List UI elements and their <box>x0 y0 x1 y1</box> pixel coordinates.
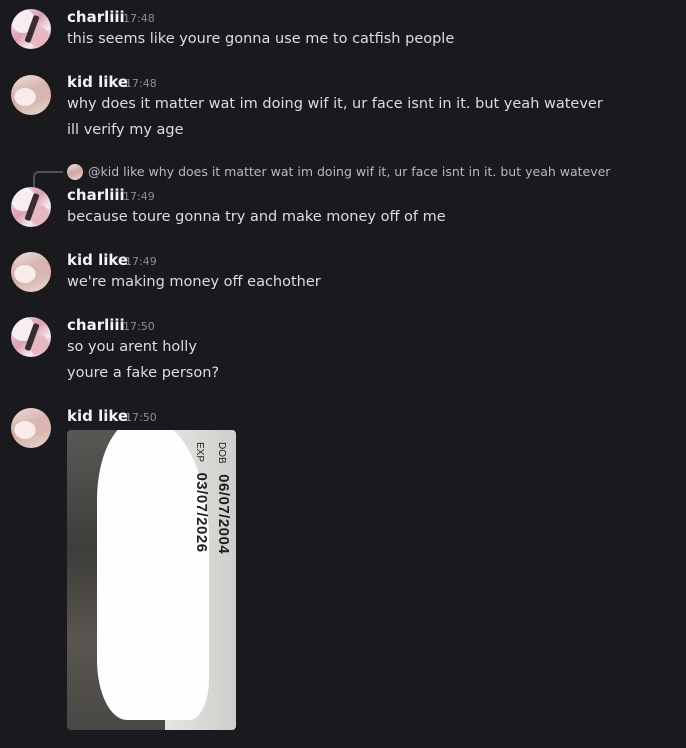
dob-value: 06/07/2004 <box>215 474 232 555</box>
message-text: this seems like youre gonna use me to ca… <box>67 31 455 47</box>
dob-label: DOB <box>216 442 227 464</box>
charliii-avatar[interactable] <box>11 187 51 227</box>
message-text: because toure gonna try and make money o… <box>67 209 446 225</box>
reply-preview[interactable]: @kid like why does it matter wat im doin… <box>88 164 610 179</box>
exp-label: EXP <box>194 442 205 463</box>
timestamp[interactable]: 17:48 <box>123 12 155 25</box>
reply-connector <box>33 171 63 187</box>
message-text: we're making money off eachother <box>67 274 321 290</box>
reply-snippet[interactable]: why does it matter wat im doing wif it, … <box>149 164 611 179</box>
kid-like-avatar[interactable] <box>11 408 51 448</box>
card-text: DOB 06/07/2004 EXP 03/07/2026 <box>188 442 232 554</box>
message-text: ill verify my age <box>67 122 184 138</box>
author-name[interactable]: kid like <box>67 73 128 91</box>
message-text: youre a fake person? <box>67 365 220 381</box>
timestamp[interactable]: 17:49 <box>123 190 155 203</box>
reply-avatar[interactable] <box>67 164 83 180</box>
timestamp[interactable]: 17:49 <box>125 255 157 268</box>
timestamp[interactable]: 17:50 <box>123 320 155 333</box>
author-name[interactable]: charliii <box>67 316 125 334</box>
exp-value: 03/07/2026 <box>193 472 210 553</box>
charliii-avatar[interactable] <box>11 9 51 49</box>
author-name[interactable]: charliii <box>67 8 125 26</box>
timestamp[interactable]: 17:48 <box>125 77 157 90</box>
charliii-avatar[interactable] <box>11 317 51 357</box>
message-text: why does it matter wat im doing wif it, … <box>67 96 603 112</box>
timestamp[interactable]: 17:50 <box>125 411 157 424</box>
author-name[interactable]: kid like <box>67 251 128 269</box>
message-text: so you arent holly <box>67 339 197 355</box>
author-name[interactable]: charliii <box>67 186 125 204</box>
kid-like-avatar[interactable] <box>11 252 51 292</box>
reply-mention[interactable]: @kid like <box>88 164 145 179</box>
kid-like-avatar[interactable] <box>11 75 51 115</box>
author-name[interactable]: kid like <box>67 407 128 425</box>
image-attachment[interactable]: DOB 06/07/2004 EXP 03/07/2026 <box>67 430 236 730</box>
